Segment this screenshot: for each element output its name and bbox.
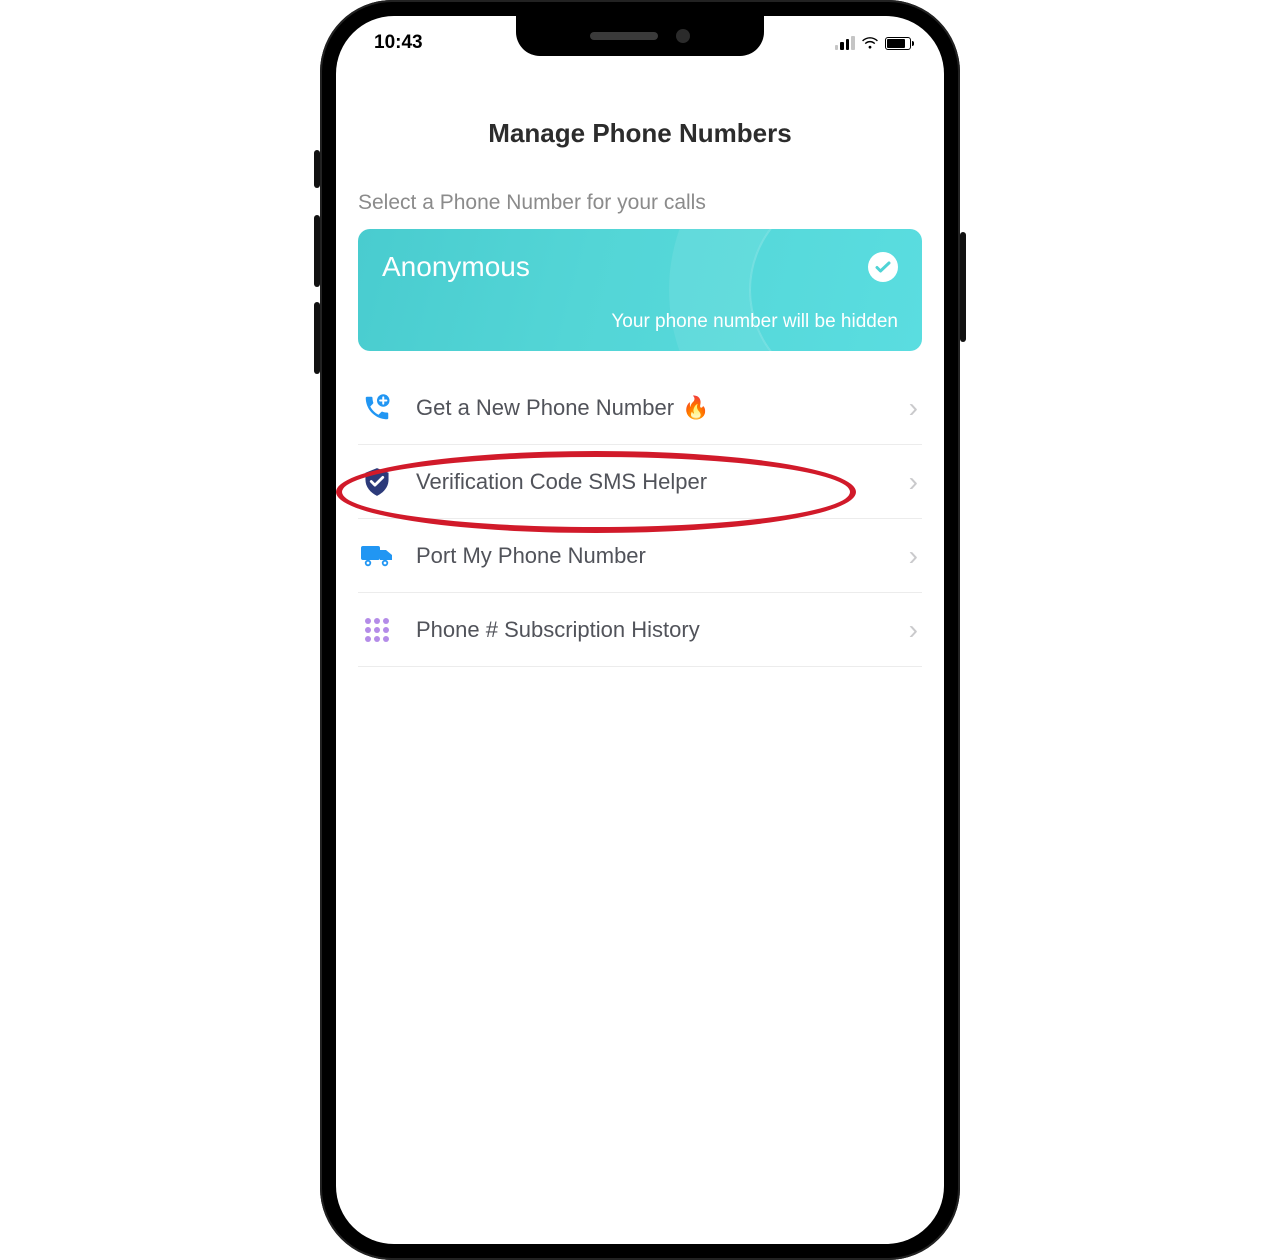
section-hint: Select a Phone Number for your calls bbox=[358, 191, 922, 215]
phone-frame: 10:43 Manage Phone Numbers Select a Phon… bbox=[320, 0, 960, 1260]
menu-item-sub-history[interactable]: Phone # Subscription History › bbox=[358, 593, 922, 667]
wifi-icon bbox=[861, 36, 879, 50]
power-button bbox=[960, 232, 966, 342]
menu-label: Phone # Subscription History bbox=[416, 617, 889, 643]
chevron-right-icon: › bbox=[909, 392, 918, 424]
chevron-right-icon: › bbox=[909, 540, 918, 572]
status-time: 10:43 bbox=[374, 32, 423, 54]
card-title: Anonymous bbox=[382, 251, 530, 283]
keypad-icon bbox=[358, 616, 396, 644]
menu-label: Verification Code SMS Helper bbox=[416, 469, 889, 495]
anonymous-card[interactable]: Anonymous Your phone number will be hidd… bbox=[358, 229, 922, 351]
content-area: Manage Phone Numbers Select a Phone Numb… bbox=[336, 80, 944, 667]
phone-plus-icon bbox=[358, 393, 396, 423]
menu-item-sms-helper[interactable]: Verification Code SMS Helper › bbox=[358, 445, 922, 519]
menu-label: Port My Phone Number bbox=[416, 543, 889, 569]
shield-check-icon bbox=[358, 467, 396, 497]
menu-item-get-number[interactable]: Get a New Phone Number 🔥 › bbox=[358, 385, 922, 445]
page-title: Manage Phone Numbers bbox=[358, 118, 922, 149]
volume-up-button bbox=[314, 215, 320, 287]
truck-icon bbox=[358, 543, 396, 569]
battery-icon bbox=[885, 37, 915, 50]
selected-check-icon bbox=[868, 252, 898, 282]
status-bar: 10:43 bbox=[336, 16, 944, 70]
menu-item-port-number[interactable]: Port My Phone Number › bbox=[358, 519, 922, 593]
status-right bbox=[835, 36, 915, 50]
mute-switch bbox=[314, 150, 320, 188]
volume-down-button bbox=[314, 302, 320, 374]
card-subtitle: Your phone number will be hidden bbox=[382, 311, 898, 333]
menu-label: Get a New Phone Number 🔥 bbox=[416, 395, 889, 421]
chevron-right-icon: › bbox=[909, 614, 918, 646]
chevron-right-icon: › bbox=[909, 466, 918, 498]
menu-list: Get a New Phone Number 🔥 › Verification … bbox=[358, 385, 922, 667]
fire-icon: 🔥 bbox=[682, 395, 709, 421]
screen: 10:43 Manage Phone Numbers Select a Phon… bbox=[336, 16, 944, 1244]
cellular-icon bbox=[835, 36, 855, 50]
